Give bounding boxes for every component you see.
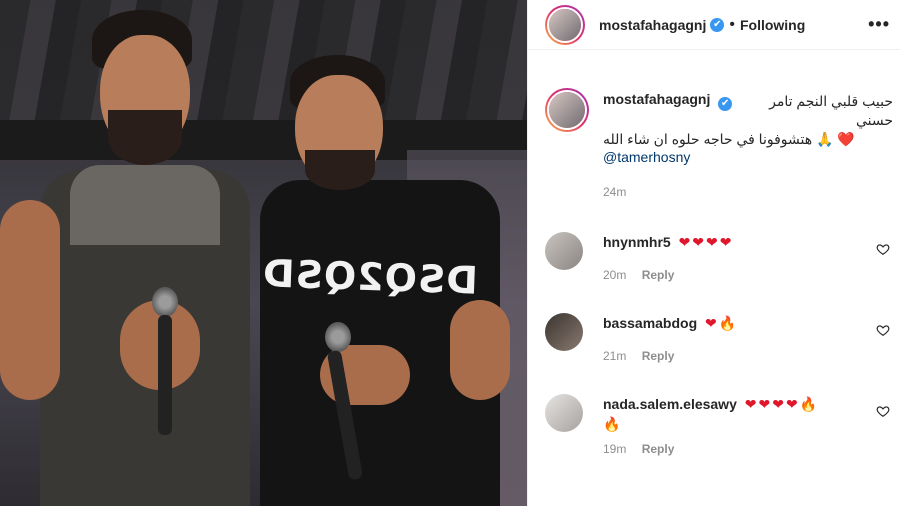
post-header: mostafahagagnj ✔ • Following ••• (528, 0, 900, 50)
caption-username[interactable]: mostafahagagnj (603, 91, 710, 107)
comment-text: ❤❤❤❤🔥 (744, 396, 820, 412)
commenter-avatar[interactable] (545, 232, 583, 270)
person-left (0, 0, 270, 506)
avatar[interactable] (545, 4, 585, 45)
commenter-avatar[interactable] (545, 394, 583, 432)
comment-item: hnynmhr5 ❤❤❤❤ 20m Reply (545, 232, 890, 288)
like-comment-heart-icon[interactable] (876, 323, 890, 337)
comment-timestamp[interactable]: 20m (603, 268, 626, 282)
comment-text: ❤🔥 (705, 315, 739, 331)
comment-item: bassamabdog ❤🔥 21m Reply (545, 313, 890, 369)
beard (305, 150, 375, 190)
mention-link[interactable]: @tamerhosny (603, 149, 893, 165)
separator-dot: • (729, 15, 735, 33)
comment-timestamp[interactable]: 21m (603, 349, 626, 363)
left-arm (0, 200, 60, 400)
verified-icon: ✔ (710, 17, 725, 32)
arm (450, 300, 510, 400)
caption-avatar[interactable] (545, 88, 589, 132)
comment-text: ❤❤❤❤ (678, 234, 734, 250)
reply-button[interactable]: Reply (642, 268, 675, 282)
more-options-icon[interactable]: ••• (868, 14, 890, 35)
header-username[interactable]: mostafahagagnj (599, 17, 706, 33)
caption-text-line2: ❤️ 🙏 هتشوفونا في حاجه حلوه ان شاء الله (603, 130, 855, 147)
caption-timestamp[interactable]: 24m (603, 185, 893, 199)
following-button[interactable]: Following (740, 17, 805, 33)
commenter-avatar[interactable] (545, 313, 583, 351)
microphone-handle (158, 315, 172, 435)
verified-icon: ✔ (718, 96, 733, 111)
comment-username[interactable]: hnynmhr5 (603, 234, 671, 250)
comment-timestamp[interactable]: 19m (603, 442, 626, 456)
tshirt (70, 165, 220, 245)
like-comment-heart-icon[interactable] (876, 242, 890, 256)
shirt-print: DSQ2QSD (261, 251, 479, 303)
microphone-icon (152, 287, 178, 317)
comment-username[interactable]: bassamabdog (603, 315, 697, 331)
comment-item: nada.salem.elesawy ❤❤❤❤🔥 🔥 19m Reply (545, 394, 890, 474)
post-photo[interactable]: DSQ2QSD (0, 0, 527, 506)
post-sidebar: mostafahagagnj ✔ • Following ••• mostafa… (527, 0, 900, 506)
microphone-icon (325, 322, 351, 352)
beard (108, 110, 182, 165)
reply-button[interactable]: Reply (642, 349, 675, 363)
reply-button[interactable]: Reply (642, 442, 675, 456)
comment-username[interactable]: nada.salem.elesawy (603, 396, 737, 412)
comment-text-line2: 🔥 (603, 416, 621, 432)
person-right: DSQ2QSD (250, 0, 527, 506)
like-comment-heart-icon[interactable] (876, 404, 890, 418)
